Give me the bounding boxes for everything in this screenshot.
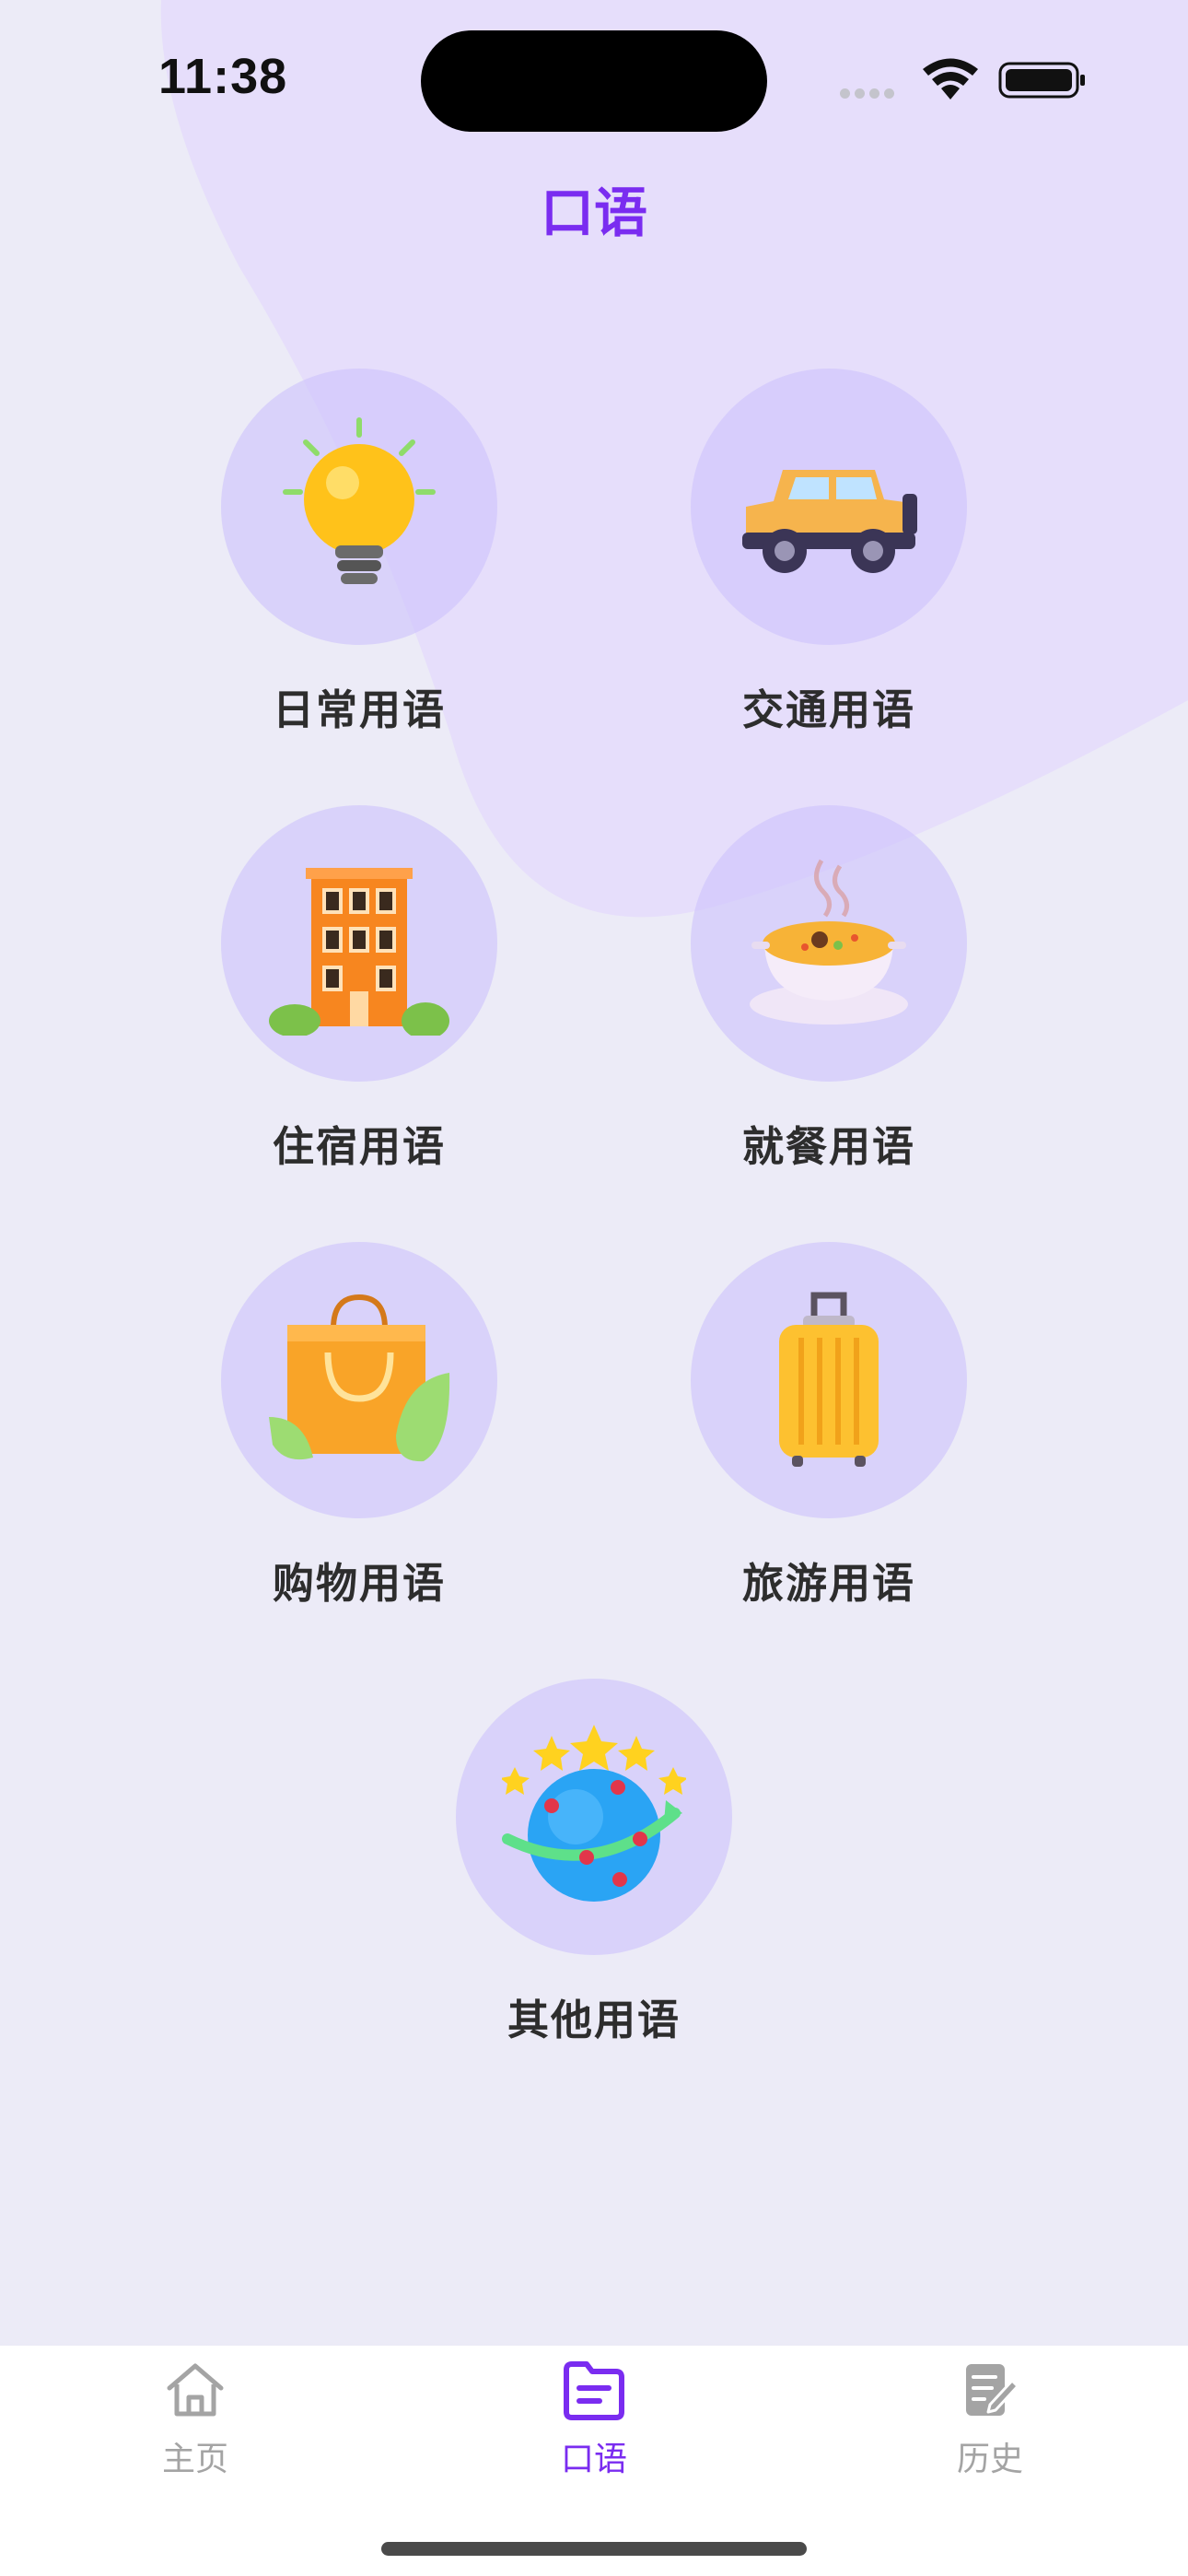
category-daily[interactable]: 日常用语 bbox=[221, 369, 497, 755]
wifi-icon bbox=[923, 58, 978, 100]
tab-label: 历史 bbox=[956, 2441, 1023, 2478]
category-other[interactable]: 其他用语 bbox=[456, 1679, 732, 2066]
category-label: 其他用语 bbox=[507, 1996, 681, 2044]
status-bar: 11:38 bbox=[0, 0, 1188, 157]
tab-history[interactable]: 历史 bbox=[898, 2346, 1082, 2484]
shopping-bag-icon bbox=[269, 1294, 450, 1462]
globe-stars-icon bbox=[502, 1725, 686, 1902]
category-icon-circle bbox=[691, 805, 967, 1082]
category-icon-circle bbox=[456, 1679, 732, 1955]
category-icon-circle bbox=[221, 1242, 497, 1518]
home-icon bbox=[167, 2363, 224, 2417]
category-shopping[interactable]: 购物用语 bbox=[221, 1242, 497, 1629]
category-icon-circle bbox=[691, 1242, 967, 1518]
category-label: 日常用语 bbox=[272, 685, 446, 734]
category-label: 交通用语 bbox=[741, 685, 915, 734]
category-label: 住宿用语 bbox=[272, 1122, 446, 1171]
history-edit-icon bbox=[966, 2364, 1019, 2416]
tab-home[interactable]: 主页 bbox=[103, 2346, 287, 2484]
status-time: 11:38 bbox=[158, 49, 288, 104]
hotel-building-icon bbox=[269, 868, 449, 1036]
suitcase-icon bbox=[779, 1292, 879, 1467]
category-travel[interactable]: 旅游用语 bbox=[691, 1242, 967, 1629]
category-label: 就餐用语 bbox=[741, 1122, 915, 1171]
category-icon-circle bbox=[691, 369, 967, 645]
category-icon-circle bbox=[221, 805, 497, 1082]
category-transport[interactable]: 交通用语 bbox=[691, 369, 967, 755]
category-label: 旅游用语 bbox=[741, 1559, 915, 1608]
cellular-signal-icon bbox=[840, 85, 899, 102]
lightbulb-icon bbox=[283, 417, 436, 584]
category-icon-circle bbox=[221, 369, 497, 645]
document-icon bbox=[564, 2361, 624, 2420]
category-lodging[interactable]: 住宿用语 bbox=[221, 805, 497, 1192]
page-title: 口语 bbox=[540, 181, 647, 244]
category-dining[interactable]: 就餐用语 bbox=[691, 805, 967, 1192]
soup-bowl-icon bbox=[750, 859, 908, 1025]
tab-label: 口语 bbox=[560, 2441, 627, 2478]
tab-spoken[interactable]: 口语 bbox=[502, 2346, 686, 2484]
category-label: 购物用语 bbox=[272, 1559, 446, 1608]
jeep-icon bbox=[742, 470, 917, 573]
battery-icon bbox=[998, 62, 1085, 99]
home-indicator bbox=[381, 2542, 807, 2556]
dynamic-island bbox=[421, 30, 767, 132]
tab-label: 主页 bbox=[161, 2441, 228, 2478]
